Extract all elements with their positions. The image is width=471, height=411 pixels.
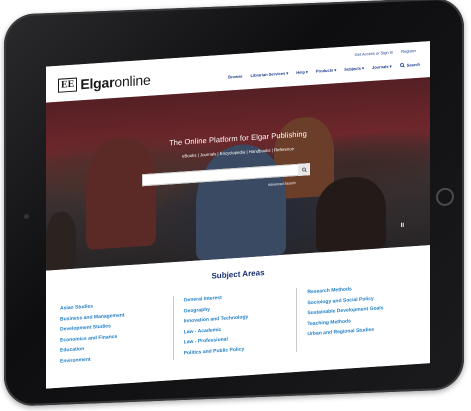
site-logo[interactable]: EE Elgaronline [58,72,151,94]
logo-brand: Elgar [80,74,115,93]
search-label: Search [406,61,420,68]
search-icon [301,167,307,172]
subject-column-2: General Interest Geography Innovation an… [172,287,297,360]
home-button[interactable] [436,187,454,207]
chevron-down-icon: ▾ [334,67,337,73]
hero-search-button[interactable] [298,163,310,176]
search-icon [399,63,405,68]
chevron-down-icon: ▾ [389,63,392,69]
chevron-down-icon: ▾ [286,70,289,76]
subject-column-1: Asian Studies Business and Management De… [60,296,173,367]
subject-columns: Asian Studies Business and Management De… [60,279,421,367]
nav-label: Browse [228,73,243,80]
hero-banner: The Online Platform for Elgar Publishing… [46,77,430,271]
logo-text: Elgaronline [80,72,150,93]
pause-icon[interactable]: II [401,223,404,229]
account-links: Get Access or Sign In Register [355,48,416,57]
nav-label: Products [315,67,334,74]
tablet-screen: EE Elgaronline Get Access or Sign In Reg… [46,41,430,389]
register-link[interactable]: Register [401,48,416,54]
nav-item-librarian-services[interactable]: Librarian Services▾ [251,71,289,79]
nav-item-browse[interactable]: Browse [228,74,242,80]
logo-mark: EE [58,77,78,93]
tablet-device: EE Elgaronline Get Access or Sign In Reg… [4,0,464,407]
nav-item-journals[interactable]: Journals▾ [372,64,392,70]
nav-label: Subjects [344,65,361,72]
nav-label: Librarian Services [250,70,286,79]
advanced-search-link[interactable]: Advanced Search [268,181,296,187]
nav-label: Help [296,69,305,75]
nav-search[interactable]: Search [399,61,420,68]
subject-column-3: Research Methods Sociology and Social Po… [296,279,421,352]
chevron-down-icon: ▾ [305,69,308,75]
nav-item-subjects[interactable]: Subjects▾ [344,65,364,71]
nav-item-help[interactable]: Help▾ [296,69,308,75]
nav-item-products[interactable]: Products▾ [316,67,336,73]
camera-dot [24,213,29,220]
sign-in-link[interactable]: Get Access or Sign In [355,50,393,58]
chevron-down-icon: ▾ [361,65,364,71]
nav-label: Journals [371,63,389,70]
main-nav: Browse Librarian Services▾ Help▾ Product… [228,62,420,80]
logo-suffix: online [114,71,151,91]
